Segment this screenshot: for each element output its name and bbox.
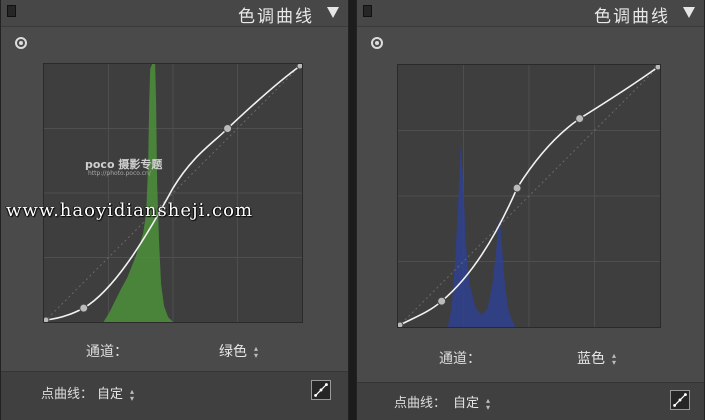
curve-point[interactable] (512, 183, 522, 193)
point-curve-label: 点曲线： (41, 387, 94, 402)
channel-select[interactable]: 蓝色 ▴ ▾ (577, 348, 616, 368)
curve-plot-area[interactable]: poco 摄影专题 http://photo.poco.cn/ (43, 63, 303, 323)
up-down-chevron-icon: ▴ ▾ (254, 344, 259, 360)
curve-plot-area[interactable] (397, 64, 661, 328)
channel-label: 通道： (86, 344, 128, 360)
up-down-chevron-icon: ▴ ▾ (486, 395, 491, 412)
point-curve-select[interactable]: 自定 ▴ ▾ (453, 392, 490, 411)
curve-point[interactable] (437, 296, 447, 306)
target-adjust-icon[interactable] (15, 37, 27, 49)
tone-curve-panel-blue: 色调曲线 通道： 蓝色 ▴ ▾ 点曲线： 自定 ▴ ▾ (356, 0, 705, 420)
triangle-down-icon[interactable] (683, 7, 695, 18)
curve-graph (44, 64, 302, 322)
curve-point[interactable] (398, 321, 404, 327)
panel-footer: 点曲线： 自定 ▴ ▾ (357, 382, 704, 420)
curve-point[interactable] (575, 114, 585, 124)
point-curve-label: 点曲线： (394, 396, 447, 411)
target-adjust-icon[interactable] (371, 37, 383, 49)
panel-footer: 点曲线： 自定 ▴ ▾ (1, 371, 348, 420)
panel-title: 色调曲线 (594, 7, 670, 27)
up-down-chevron-icon: ▴ ▾ (612, 351, 617, 367)
curve-point[interactable] (296, 64, 302, 70)
triangle-down-icon[interactable] (327, 7, 339, 18)
curve-graph (398, 65, 660, 327)
point-curve-edit-button[interactable] (670, 390, 690, 410)
panel-header[interactable]: 色调曲线 (357, 0, 704, 27)
point-curve-select-value: 自定 (97, 387, 124, 402)
curve-point[interactable] (654, 65, 660, 71)
curve-point[interactable] (223, 124, 233, 133)
curve-point[interactable] (44, 316, 50, 322)
point-curve-select-value: 自定 (453, 396, 480, 411)
panel-toggle-icon[interactable] (363, 5, 372, 17)
up-down-chevron-icon: ▴ ▾ (130, 386, 135, 403)
point-curve-edit-icon (314, 383, 328, 397)
poco-watermark-url: http://photo.poco.cn/ (88, 170, 151, 177)
point-curve-edit-icon (673, 393, 687, 407)
panel-header[interactable]: 色调曲线 (1, 0, 348, 27)
panel-title: 色调曲线 (238, 7, 314, 27)
channel-label: 通道： (439, 351, 481, 367)
site-watermark: www.haoyidiansheji.com (6, 200, 254, 221)
histogram-blue (447, 144, 516, 327)
panel-toggle-icon[interactable] (7, 5, 16, 17)
point-curve-edit-button[interactable] (311, 380, 331, 400)
channel-select-value: 绿色 (219, 344, 247, 360)
channel-select[interactable]: 绿色 ▴ ▾ (219, 341, 258, 361)
channel-select-value: 蓝色 (577, 351, 605, 367)
curve-point[interactable] (79, 303, 89, 313)
point-curve-select[interactable]: 自定 ▴ ▾ (97, 383, 134, 402)
